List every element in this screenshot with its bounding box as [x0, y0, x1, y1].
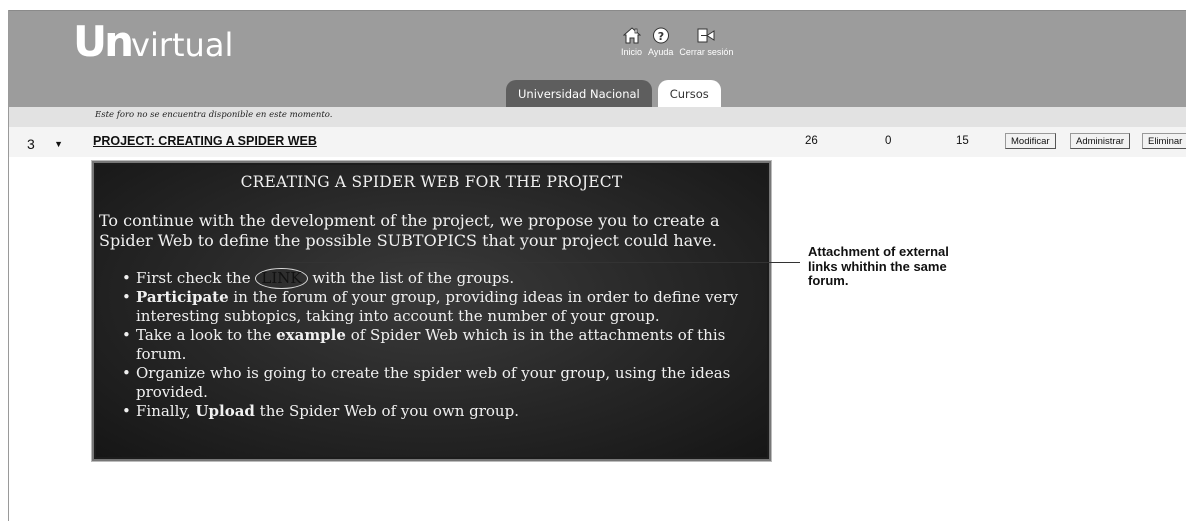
- annotation-callout: Attachment of external links whithin the…: [808, 244, 949, 288]
- order-select[interactable]: 3 ▼: [27, 135, 67, 153]
- list-item: Participate in the forum of your group, …: [122, 288, 772, 326]
- help-icon: ?: [652, 27, 669, 44]
- bullet-3-bold: example: [276, 326, 346, 344]
- admin-button[interactable]: Administrar: [1070, 133, 1131, 149]
- callout-line: [280, 262, 800, 263]
- nav-inicio-label: Inicio: [621, 47, 643, 57]
- instructions-list: First check the LINK with the list of th…: [122, 268, 772, 421]
- nav-cerrar-sesion-label: Cerrar sesión: [679, 47, 734, 57]
- modify-button[interactable]: Modificar: [1005, 133, 1056, 149]
- bullet-1-pre: First check the: [136, 269, 256, 287]
- delete-button[interactable]: Eliminar: [1142, 133, 1186, 149]
- nav-ayuda[interactable]: ? Ayuda: [648, 27, 673, 57]
- forum-stat-1: 26: [805, 135, 818, 147]
- list-item: Organize who is going to create the spid…: [122, 364, 772, 402]
- forum-stat-3: 15: [956, 135, 969, 147]
- bullet-5-pre: Finally,: [136, 402, 196, 420]
- site-header: Unvirtual Inicio ? Ayuda Cerrar sesión U…: [9, 11, 1186, 108]
- nav-cerrar-sesion[interactable]: Cerrar sesión: [679, 27, 733, 57]
- dropdown-arrow-icon: ▼: [54, 139, 63, 149]
- home-icon: [622, 27, 641, 44]
- bullet-4-text: Organize who is going to create the spid…: [136, 364, 731, 401]
- groups-link[interactable]: LINK: [255, 268, 308, 289]
- logo-letter-u: U: [73, 17, 107, 66]
- bullet-1-post: with the list of the groups.: [307, 269, 515, 287]
- nav-inicio[interactable]: Inicio: [621, 27, 642, 57]
- panel-intro: To continue with the development of the …: [99, 211, 720, 250]
- nav-ayuda-label: Ayuda: [648, 47, 674, 57]
- bullet-2-bold: Participate: [136, 288, 229, 306]
- order-value: 3: [27, 136, 35, 152]
- tab-cursos[interactable]: Cursos: [657, 80, 721, 108]
- forum-title-link[interactable]: PROJECT: CREATING A SPIDER WEB: [93, 134, 317, 148]
- panel-background: CREATING A SPIDER WEB FOR THE PROJECT To…: [96, 165, 767, 457]
- unvirtual-logo[interactable]: Unvirtual: [73, 21, 233, 63]
- list-item: Take a look to the example of Spider Web…: [122, 326, 772, 364]
- notice-bar: Este foro no se encuentra disponible en …: [9, 107, 1186, 127]
- list-item: Finally, Upload the Spider Web of you ow…: [122, 402, 772, 421]
- list-item: First check the LINK with the list of th…: [122, 268, 772, 289]
- forum-stat-2: 0: [885, 135, 892, 147]
- panel-heading: CREATING A SPIDER WEB FOR THE PROJECT: [240, 173, 623, 191]
- top-navigation: Inicio ? Ayuda Cerrar sesión: [621, 27, 733, 57]
- tab-universidad-nacional[interactable]: Universidad Nacional: [506, 80, 652, 107]
- logout-icon: [697, 28, 715, 43]
- main-tabs: Universidad Nacional Cursos: [506, 80, 721, 108]
- bullet-5-post: the Spider Web of you own group.: [254, 402, 519, 420]
- svg-text:?: ?: [657, 30, 663, 43]
- bullet-3-pre: Take a look to the: [136, 326, 277, 344]
- bullet-5-bold: Upload: [195, 402, 255, 420]
- forum-description-panel: CREATING A SPIDER WEB FOR THE PROJECT To…: [91, 160, 772, 462]
- forum-row: 3 ▼ PROJECT: CREATING A SPIDER WEB 26 0 …: [9, 127, 1186, 157]
- logo-letter-n: n: [104, 17, 134, 66]
- forum-unavailable-notice: Este foro no se encuentra disponible en …: [95, 110, 333, 120]
- logo-text: virtual: [131, 26, 234, 64]
